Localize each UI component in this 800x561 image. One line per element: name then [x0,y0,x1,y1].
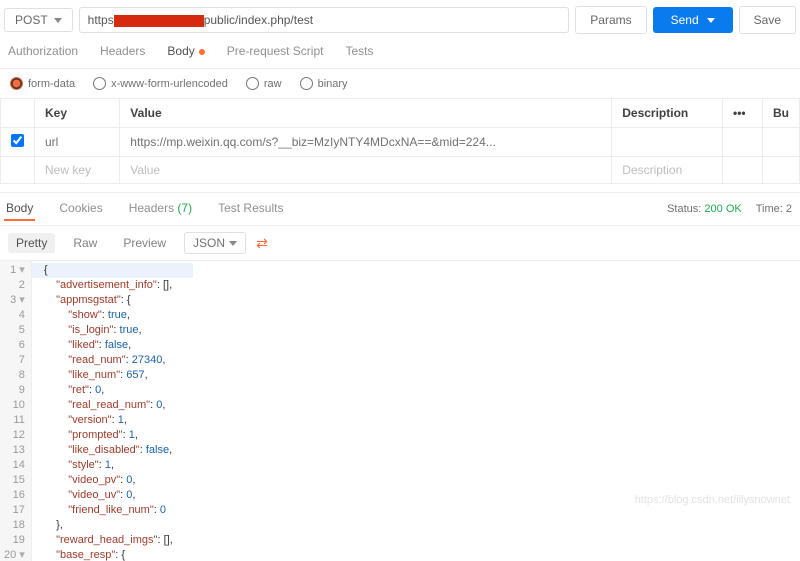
col-value: Value [120,99,612,128]
format-select[interactable]: JSON [184,232,246,254]
tab-headers[interactable]: Headers [100,44,145,62]
status-value: 200 OK [704,203,741,215]
chevron-down-icon [707,18,715,23]
more-icon[interactable]: ••• [723,99,763,128]
tab-prerequest[interactable]: Pre-request Script [227,44,324,62]
description-input[interactable]: Description [612,157,723,184]
resp-tab-body[interactable]: Body [4,197,35,221]
tab-tests[interactable]: Tests [345,44,373,62]
send-button[interactable]: Send [653,7,733,33]
view-preview[interactable]: Preview [115,233,174,253]
wrap-icon[interactable]: ⇄ [256,235,268,252]
radio-binary[interactable]: binary [300,77,348,90]
http-method-select[interactable]: POST [4,8,73,32]
cell-description[interactable] [612,128,723,157]
params-button[interactable]: Params [575,6,646,34]
response-body[interactable]: 1 ▾23 ▾4567891011121314151617181920 ▾212… [0,261,800,561]
key-input[interactable]: New key [35,157,120,184]
cell-value[interactable]: https://mp.weixin.qq.com/s?__biz=MzIyNTY… [120,128,612,157]
save-button[interactable]: Save [739,6,796,34]
redacted-block [114,15,204,27]
chevron-down-icon [229,241,237,246]
body-type-radios: form-data x-www-form-urlencoded raw bina… [0,69,800,98]
value-input[interactable]: Value [120,157,612,184]
dot-icon [199,49,205,55]
tab-authorization[interactable]: Authorization [8,44,78,62]
tab-body[interactable]: Body [167,44,204,62]
resp-tab-test-results[interactable]: Test Results [216,197,285,221]
chevron-down-icon [54,18,62,23]
view-raw[interactable]: Raw [65,233,105,253]
radio-raw[interactable]: raw [246,77,282,90]
request-tabs: Authorization Headers Body Pre-request S… [0,40,800,69]
http-method-label: POST [15,13,48,27]
table-row: url https://mp.weixin.qq.com/s?__biz=MzI… [1,128,800,157]
table-row-empty: New key Value Description [1,157,800,184]
url-input[interactable]: httpspublic/index.php/test [79,7,570,33]
row-checkbox[interactable] [11,134,24,147]
line-gutter: 1 ▾23 ▾4567891011121314151617181920 ▾212… [0,261,32,561]
cell-key[interactable]: url [35,128,120,157]
col-key: Key [35,99,120,128]
resp-tab-cookies[interactable]: Cookies [57,197,104,221]
resp-tab-headers[interactable]: Headers (7) [127,197,194,221]
form-data-table: Key Value Description ••• Bu url https:/… [0,98,800,184]
radio-urlencoded[interactable]: x-www-form-urlencoded [93,77,228,90]
view-pretty[interactable]: Pretty [8,233,55,253]
response-status: Status: 200 OK Time: 2 [667,203,792,215]
response-tabs: Body Cookies Headers (7) Test Results [4,197,285,221]
watermark: https://blog.csdn.net/illysnownet [635,494,790,506]
bulk-edit-button[interactable]: Bu [763,99,800,128]
radio-form-data[interactable]: form-data [10,77,75,90]
col-description: Description [612,99,723,128]
